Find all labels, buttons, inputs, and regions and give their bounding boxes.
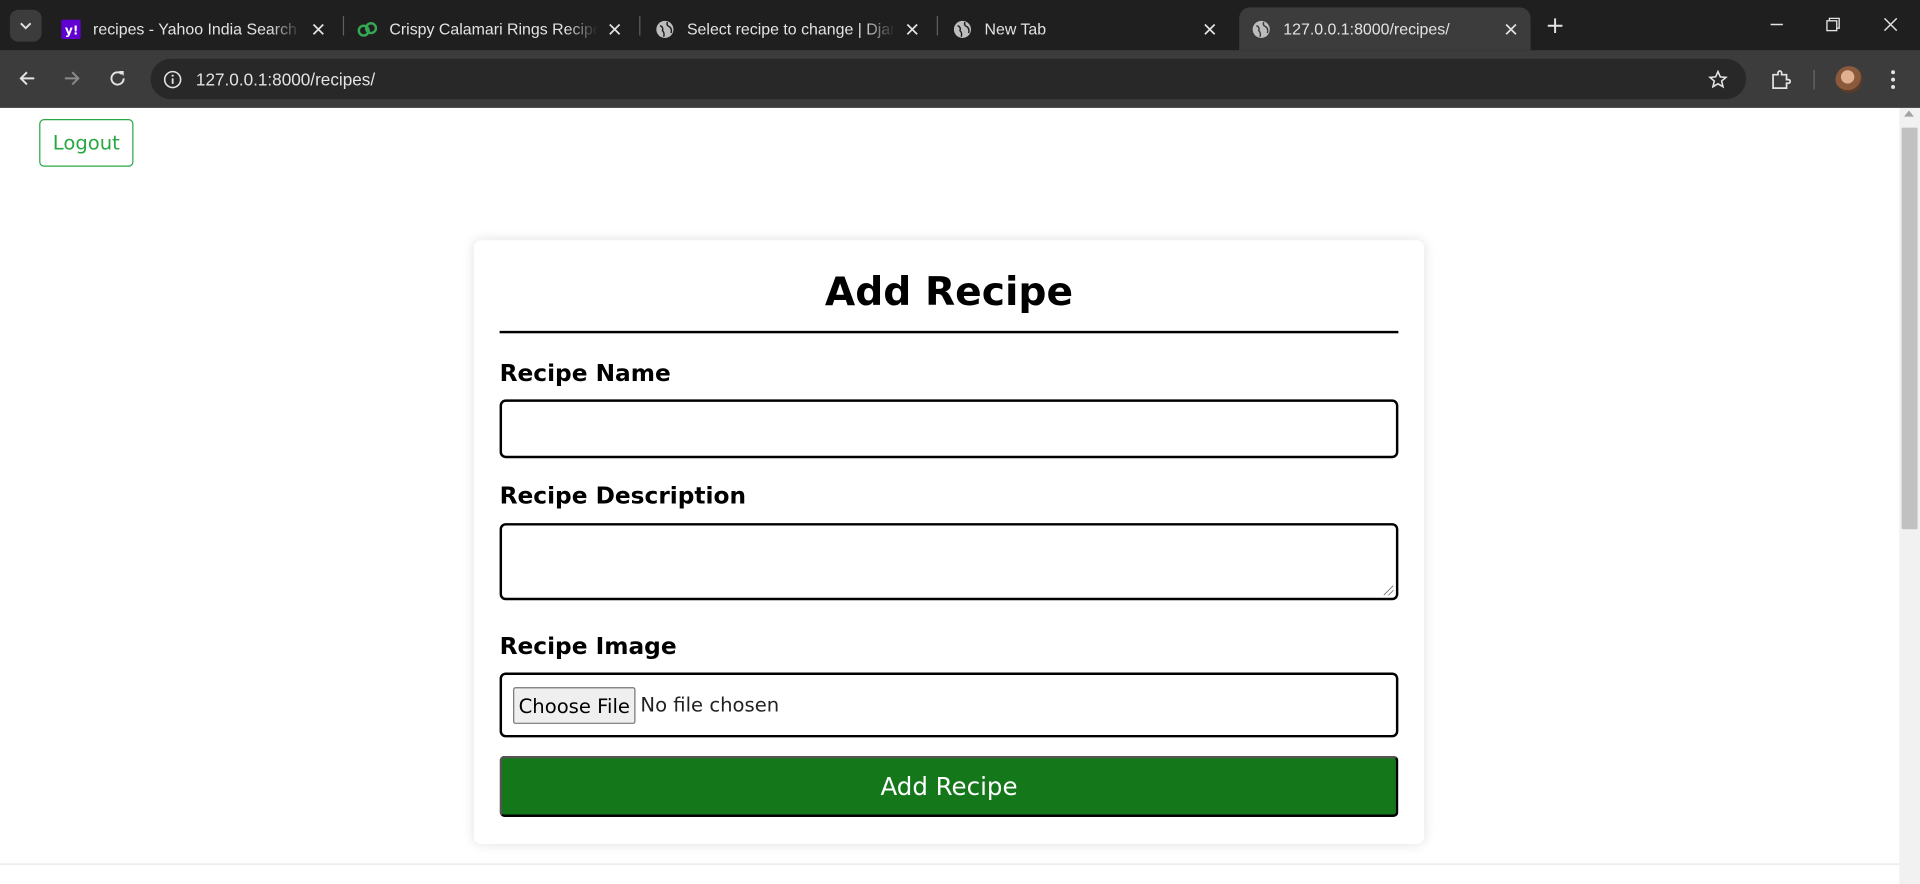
extensions-puzzle-icon[interactable] bbox=[1768, 67, 1792, 91]
arrow-right-icon bbox=[64, 71, 80, 86]
tab-title: Select recipe to change | Django bbox=[686, 19, 896, 38]
choose-file-button[interactable]: Choose File bbox=[513, 687, 636, 724]
recipe-site-icon bbox=[357, 19, 378, 39]
page-divider bbox=[0, 863, 1900, 865]
chevron-down-icon bbox=[20, 22, 32, 30]
close-icon[interactable] bbox=[1200, 19, 1220, 39]
new-tab-button[interactable] bbox=[1542, 12, 1569, 39]
plus-icon bbox=[1547, 18, 1563, 34]
tab-title: New Tab bbox=[984, 19, 1047, 38]
globe-icon bbox=[953, 19, 973, 39]
resize-handle-icon[interactable] bbox=[1383, 585, 1394, 596]
heading-divider bbox=[499, 330, 1399, 334]
restore-button[interactable] bbox=[1818, 10, 1847, 39]
tab-divider bbox=[639, 15, 641, 36]
browser-tab[interactable]: New Tab bbox=[940, 7, 1229, 50]
close-icon[interactable] bbox=[309, 19, 329, 39]
tab-title: 127.0.0.1:8000/recipes/ bbox=[1283, 19, 1450, 38]
kebab-menu-icon[interactable] bbox=[1881, 67, 1905, 91]
address-bar[interactable]: 127.0.0.1:8000/recipes/ bbox=[150, 58, 1747, 100]
yahoo-icon: y! bbox=[61, 18, 81, 39]
browser-chrome: y! recipes - Yahoo India Search Re Crisp… bbox=[0, 0, 1920, 108]
back-button[interactable] bbox=[12, 64, 41, 93]
page-viewport: Logout Add Recipe Recipe Name Recipe Des… bbox=[0, 108, 1920, 884]
arrow-left-icon bbox=[19, 71, 35, 86]
toolbar-divider bbox=[1813, 69, 1815, 90]
globe-icon bbox=[1251, 19, 1271, 39]
close-icon[interactable] bbox=[1501, 19, 1521, 39]
address-text: 127.0.0.1:8000/recipes/ bbox=[195, 69, 376, 90]
recipe-description-label: Recipe Description bbox=[499, 482, 747, 510]
logout-button[interactable]: Logout bbox=[39, 119, 134, 167]
reload-button[interactable] bbox=[103, 64, 132, 93]
minimize-button[interactable] bbox=[1762, 10, 1791, 39]
close-icon bbox=[1883, 17, 1898, 32]
window-close-button[interactable] bbox=[1876, 10, 1905, 39]
recipe-image-label: Recipe Image bbox=[499, 633, 677, 661]
close-icon[interactable] bbox=[605, 19, 625, 39]
tab-divider bbox=[342, 15, 345, 36]
globe-icon bbox=[655, 19, 675, 39]
recipe-name-label: Recipe Name bbox=[499, 360, 671, 388]
tab-title: Crispy Calamari Rings Recipe by bbox=[389, 19, 598, 38]
vertical-scrollbar[interactable] bbox=[1899, 108, 1920, 884]
add-recipe-form: Add Recipe Recipe Name Recipe Descriptio… bbox=[473, 240, 1425, 844]
recipe-description-textarea[interactable] bbox=[499, 523, 1399, 601]
file-status-text: No file chosen bbox=[640, 693, 780, 717]
tab-title: recipes - Yahoo India Search Re bbox=[93, 19, 302, 38]
tab-divider bbox=[936, 15, 938, 36]
tab-strip: y! recipes - Yahoo India Search Re Crisp… bbox=[0, 0, 1920, 51]
bookmark-star-icon[interactable] bbox=[1707, 69, 1729, 91]
scrollbar-thumb[interactable] bbox=[1901, 127, 1918, 530]
close-icon[interactable] bbox=[902, 19, 922, 39]
browser-tab-active[interactable]: 127.0.0.1:8000/recipes/ bbox=[1239, 7, 1531, 51]
recipe-image-file-input[interactable]: Choose File No file chosen bbox=[499, 672, 1399, 738]
svg-text:y!: y! bbox=[65, 23, 79, 37]
forward-button[interactable] bbox=[58, 64, 87, 93]
minimize-icon bbox=[1770, 23, 1783, 26]
reload-icon bbox=[110, 71, 125, 86]
site-info-icon[interactable] bbox=[160, 67, 184, 91]
recipe-name-input[interactable] bbox=[499, 399, 1399, 459]
add-recipe-submit-button[interactable]: Add Recipe bbox=[499, 755, 1399, 817]
tab-search-button[interactable] bbox=[9, 9, 42, 42]
browser-toolbar: 127.0.0.1:8000/recipes/ bbox=[0, 50, 1920, 108]
restore-icon bbox=[1826, 17, 1840, 32]
browser-tab[interactable]: y! recipes - Yahoo India Search Re bbox=[49, 7, 338, 50]
form-heading: Add Recipe bbox=[824, 268, 1074, 315]
profile-avatar[interactable] bbox=[1835, 66, 1863, 94]
browser-tab[interactable]: Select recipe to change | Django bbox=[643, 7, 932, 50]
scroll-up-arrow-icon[interactable] bbox=[1904, 110, 1914, 117]
browser-tab[interactable]: Crispy Calamari Rings Recipe by bbox=[345, 7, 634, 50]
